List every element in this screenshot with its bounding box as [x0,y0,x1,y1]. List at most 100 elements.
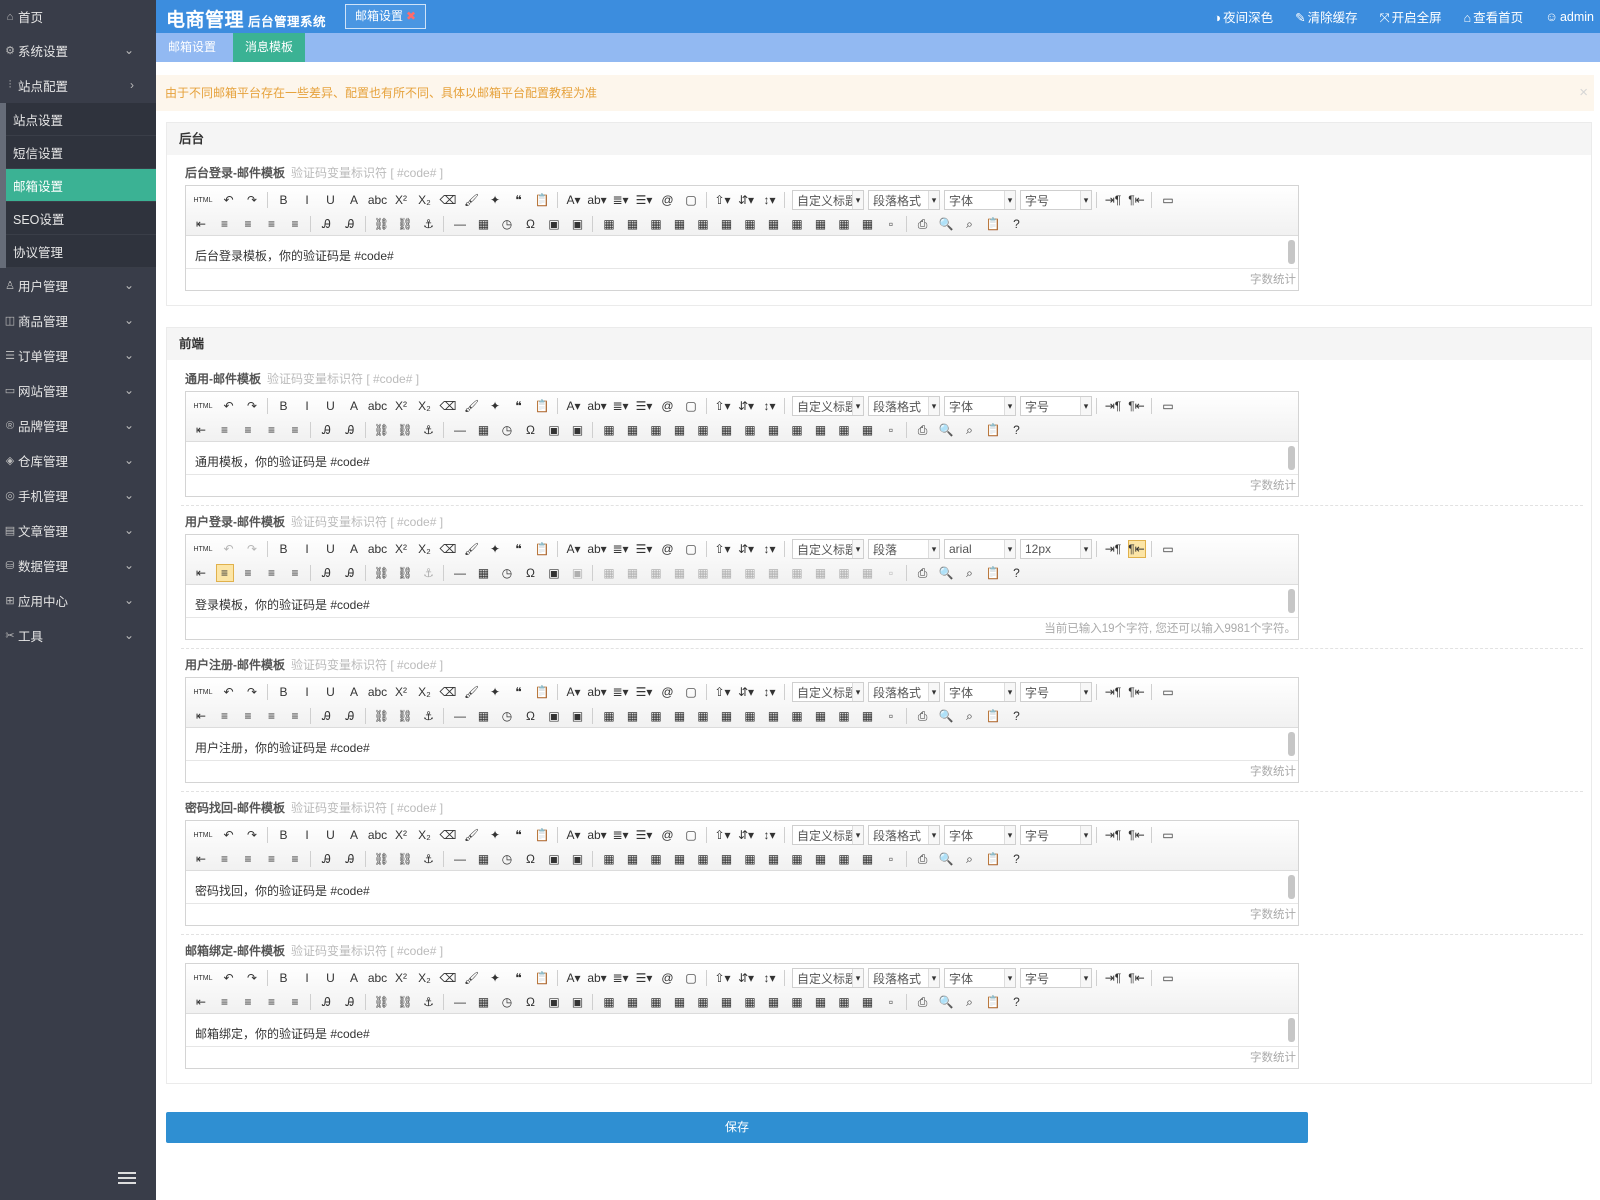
rich-text-editor[interactable]: HTML ↶ ↷ B I U Aabc X² X₂ ⌫ 🖌 ✦ ❝ 📋 A▾ ab▾ ≣▾ ☰▾ @ ▢ ⇧▾ ⇵▾ ↕▾ 自… [185,534,1299,640]
toolbar-button-icon[interactable]: ↷ [243,191,261,209]
toolbar-button-icon[interactable]: ▦ [671,707,689,725]
toolbar-button-icon[interactable]: ab▾ [587,397,606,415]
sidebar-item-system[interactable]: ⚙ 系统设置 ⌄ [0,33,156,68]
editor-scrollbar[interactable] [1288,732,1295,756]
toolbar-button-icon[interactable]: abc [368,540,387,558]
toolbar-button-icon[interactable]: X₂ [416,191,434,209]
toolbar-button-icon[interactable]: ⇵▾ [737,397,755,415]
toolbar-button-icon[interactable]: ▦ [765,421,783,439]
toolbar-button-icon[interactable]: ▦ [671,564,689,582]
toolbar-button-icon[interactable]: U [322,397,340,415]
toolbar-button-icon[interactable]: 📋 [533,540,551,558]
editor-select[interactable]: 自定义标题 [792,396,864,416]
toolbar-button-icon[interactable]: ◷ [498,850,516,868]
toolbar-button-icon[interactable]: ▢ [682,683,700,701]
toolbar-button-icon[interactable]: ▦ [624,215,642,233]
toolbar-button-icon[interactable]: ⛓ [373,707,391,725]
toolbar-button-icon[interactable]: ▦ [624,850,642,868]
toolbar-button-icon[interactable]: ▦ [694,421,712,439]
toolbar-button-icon[interactable]: HTML [192,826,214,844]
topbar-tool[interactable]: ☺ admin [1545,10,1594,24]
toolbar-button-icon[interactable]: ☰▾ [635,969,653,987]
toolbar-button-icon[interactable]: ▢ [682,540,700,558]
toolbar-button-icon[interactable]: ▣ [569,421,587,439]
toolbar-button-icon[interactable]: ▦ [718,707,736,725]
toolbar-button-icon[interactable]: X² [392,540,410,558]
editor-select[interactable]: 字体 [944,968,1016,988]
toolbar-button-icon[interactable]: ≡ [216,993,234,1011]
toolbar-button-icon[interactable]: ≣▾ [612,540,630,558]
toolbar-button-icon[interactable]: ab▾ [587,826,606,844]
toolbar-button-icon[interactable]: ⎙ [914,421,932,439]
toolbar-button-icon[interactable]: Ω [522,850,540,868]
toolbar-button-icon[interactable]: ▦ [835,215,853,233]
toolbar-button-icon[interactable]: ↷ [243,540,261,558]
toolbar-button-icon[interactable]: 🔍 [937,215,955,233]
toolbar-button-icon[interactable]: ↕▾ [761,969,779,987]
toolbar-button-icon[interactable]: Ꭿ [341,993,359,1011]
toolbar-button-icon[interactable]: ▦ [788,850,806,868]
toolbar-button-icon[interactable]: ▫ [882,993,900,1011]
toolbar-button-icon[interactable]: ≣▾ [612,397,630,415]
editor-content[interactable]: 邮箱绑定，你的验证码是 #code# [187,1015,1284,1046]
toolbar-button-icon[interactable]: ≣▾ [612,826,630,844]
sidebar-item[interactable]: ® 品牌管理 ⌄ [0,408,156,443]
toolbar-button-icon[interactable]: ≡ [263,564,281,582]
toolbar-button-icon[interactable]: — [451,215,469,233]
toolbar-button-icon[interactable]: ≡ [239,993,257,1011]
toolbar-button-icon[interactable]: ≡ [216,215,234,233]
toolbar-button-icon[interactable]: ▦ [788,564,806,582]
toolbar-button-icon[interactable]: ❝ [510,540,528,558]
toolbar-button-icon[interactable]: 📋 [533,826,551,844]
toolbar-button-icon[interactable]: ▦ [859,421,877,439]
toolbar-button-icon[interactable]: ▦ [741,421,759,439]
toolbar-button-icon[interactable]: ↶ [220,191,238,209]
toolbar-button-icon[interactable]: ▭ [1159,969,1177,987]
toolbar-button-icon[interactable]: ⇤ [192,850,210,868]
toolbar-button-icon[interactable]: ↕▾ [761,540,779,558]
toolbar-button-icon[interactable]: ⚓ [420,215,438,233]
toolbar-button-icon[interactable]: A [345,969,363,987]
toolbar-button-icon[interactable]: ≣▾ [612,683,630,701]
toolbar-button-icon[interactable]: ▦ [694,215,712,233]
toolbar-button-icon[interactable]: ? [1008,215,1026,233]
editor-select[interactable]: 段落格式 [868,396,940,416]
toolbar-button-icon[interactable]: A [345,540,363,558]
toolbar-button-icon[interactable]: ⌫ [439,683,457,701]
toolbar-button-icon[interactable]: ▣ [569,707,587,725]
toolbar-button-icon[interactable]: ≡ [239,707,257,725]
sidebar-subitem[interactable]: 短信设置 [6,136,156,169]
toolbar-button-icon[interactable]: ▢ [682,969,700,987]
toolbar-button-icon[interactable]: ▫ [882,215,900,233]
toolbar-button-icon[interactable]: ⛓ [396,707,414,725]
toolbar-button-icon[interactable]: ▦ [647,707,665,725]
toolbar-button-icon[interactable]: ⌫ [439,969,457,987]
toolbar-button-icon[interactable]: 🖌 [463,191,481,209]
toolbar-button-icon[interactable]: ? [1008,421,1026,439]
editor-select[interactable]: 段落格式 [868,968,940,988]
toolbar-button-icon[interactable]: ↕▾ [761,397,779,415]
toolbar-button-icon[interactable]: Ꭿ [341,215,359,233]
toolbar-button-icon[interactable]: ▦ [647,421,665,439]
toolbar-button-icon[interactable]: B [275,683,293,701]
toolbar-button-icon[interactable]: ⎙ [914,993,932,1011]
editor-select[interactable]: 字体 [944,190,1016,210]
toolbar-button-icon[interactable]: abc [368,191,387,209]
toolbar-button-icon[interactable]: ◷ [498,215,516,233]
toolbar-button-icon[interactable]: ↶ [220,397,238,415]
toolbar-button-icon[interactable]: ▦ [835,421,853,439]
toolbar-button-icon[interactable]: ▦ [694,707,712,725]
rich-text-editor[interactable]: HTML ↶ ↷ B I U Aabc X² X₂ ⌫ 🖌 ✦ ❝ 📋 A▾ ab▾ ≣▾ ☰▾ @ ▢ ⇧▾ ⇵▾ ↕▾ 自… [185,820,1299,926]
editor-select[interactable]: 字体 [944,682,1016,702]
rich-text-editor[interactable]: HTML ↶ ↷ B I U Aabc X² X₂ ⌫ 🖌 ✦ ❝ 📋 A▾ ab▾ ≣▾ ☰▾ @ ▢ ⇧▾ ⇵▾ ↕▾ 自… [185,963,1299,1069]
toolbar-button-icon[interactable]: ▦ [600,850,618,868]
toolbar-button-icon[interactable]: ▦ [475,215,493,233]
toolbar-button-icon[interactable]: ▦ [718,215,736,233]
toolbar-button-icon[interactable]: ▦ [859,564,877,582]
toolbar-button-icon[interactable]: U [322,540,340,558]
toolbar-button-icon[interactable]: ▭ [1159,397,1177,415]
editor-select[interactable]: 字体 [944,396,1016,416]
sidebar-subitem[interactable]: 站点设置 [6,103,156,136]
toolbar-button-icon[interactable]: ⇤ [192,421,210,439]
toolbar-button-icon[interactable]: ¶⇤ [1128,969,1146,987]
